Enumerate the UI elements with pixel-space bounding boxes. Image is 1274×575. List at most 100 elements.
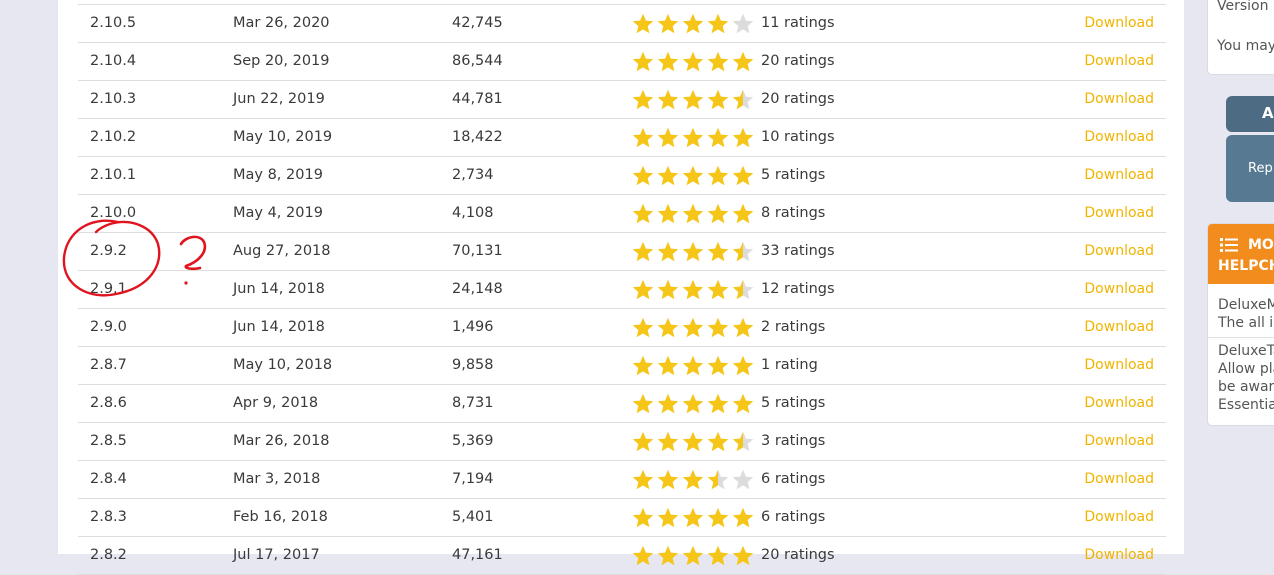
download-link[interactable]: Download xyxy=(1084,271,1154,308)
version-number: 2.10.5 xyxy=(90,15,137,31)
download-link[interactable]: Download xyxy=(1084,537,1154,574)
table-row: 2.9.2 Aug 27, 2018 70,131 33 ratings Downloa… xyxy=(78,232,1166,270)
release-date: Jul 17, 2017 xyxy=(233,547,320,563)
version-number: 2.8.2 xyxy=(90,547,127,563)
more-helpchat-header: MO HELPCH xyxy=(1208,224,1274,284)
table-row: 2.10.2 May 10, 2019 18,422 10 ratings Downlo… xyxy=(78,118,1166,156)
ratings-count: 3 ratings xyxy=(761,433,826,449)
star-icon xyxy=(682,89,704,109)
download-count: 9,858 xyxy=(452,357,494,373)
star-icon xyxy=(732,203,754,223)
more-divider xyxy=(1208,337,1274,338)
star-icon xyxy=(632,127,654,147)
star-icon xyxy=(707,203,729,223)
table-row: 2.10.4 Sep 20, 2019 86,544 20 ratings Downlo… xyxy=(78,42,1166,80)
star-icon xyxy=(657,51,679,71)
star-icon xyxy=(732,355,754,375)
star-icon xyxy=(632,431,654,451)
star-icon xyxy=(657,127,679,147)
ratings-count: 33 ratings xyxy=(761,243,835,259)
ratings-count: 8 ratings xyxy=(761,205,826,221)
star-rating xyxy=(631,430,755,454)
download-link[interactable]: Download xyxy=(1084,423,1154,460)
star-icon xyxy=(682,13,704,33)
version-number: 2.8.3 xyxy=(90,509,127,525)
reply-button-label: Repl xyxy=(1248,161,1274,176)
star-icon xyxy=(682,507,704,527)
release-date: May 10, 2019 xyxy=(233,129,333,145)
download-link[interactable]: Download xyxy=(1084,5,1154,42)
more-item-title[interactable]: DeluxeTa xyxy=(1218,342,1274,360)
download-count: 2,734 xyxy=(452,167,494,183)
version-number: 2.9.0 xyxy=(90,319,127,335)
version-number: 2.10.4 xyxy=(90,53,137,69)
star-icon xyxy=(707,165,729,185)
star-icon xyxy=(707,279,729,299)
star-rating xyxy=(631,202,755,226)
ask-button[interactable]: As xyxy=(1226,96,1274,132)
ratings-count: 5 ratings xyxy=(761,395,826,411)
reply-button[interactable]: Repl xyxy=(1226,135,1274,202)
download-link[interactable]: Download xyxy=(1084,157,1154,194)
download-link[interactable]: Download xyxy=(1084,385,1154,422)
download-link[interactable]: Download xyxy=(1084,119,1154,156)
download-link[interactable]: Download xyxy=(1084,81,1154,118)
version-number: 2.9.2 xyxy=(90,243,127,259)
download-count: 86,544 xyxy=(452,53,503,69)
more-item-desc: Essentia xyxy=(1218,397,1274,413)
ratings-count: 12 ratings xyxy=(761,281,835,297)
star-rating xyxy=(631,354,755,378)
table-row: 2.8.2 Jul 17, 2017 47,161 20 ratings Downloa… xyxy=(78,536,1166,575)
star-rating xyxy=(631,468,755,492)
star-icon xyxy=(657,241,679,261)
release-date: May 10, 2018 xyxy=(233,357,333,373)
star-icon xyxy=(657,13,679,33)
release-date: May 4, 2019 xyxy=(233,205,323,221)
star-icon xyxy=(732,127,754,147)
star-icon xyxy=(732,317,754,337)
ratings-count: 10 ratings xyxy=(761,129,835,145)
table-row: 2.8.3 Feb 16, 2018 5,401 6 ratings Download xyxy=(78,498,1166,536)
release-date: Sep 20, 2019 xyxy=(233,53,330,69)
release-date: Jun 14, 2018 xyxy=(233,319,325,335)
star-icon xyxy=(732,241,754,261)
download-link[interactable]: Download xyxy=(1084,309,1154,346)
download-link[interactable]: Download xyxy=(1084,499,1154,536)
table-row: 2.10.3 Jun 22, 2019 44,781 20 ratings Downlo… xyxy=(78,80,1166,118)
star-icon xyxy=(682,393,704,413)
star-rating xyxy=(631,278,755,302)
star-icon xyxy=(657,203,679,223)
download-count: 8,731 xyxy=(452,395,494,411)
release-date: Mar 26, 2020 xyxy=(233,15,330,31)
star-icon xyxy=(632,279,654,299)
version-history-table: 2.10.5 Mar 26, 2020 42,745 11 ratings Downlo… xyxy=(78,4,1166,575)
star-icon xyxy=(657,431,679,451)
star-rating xyxy=(631,126,755,150)
ratings-count: 20 ratings xyxy=(761,91,835,107)
download-link[interactable]: Download xyxy=(1084,233,1154,270)
release-date: Feb 16, 2018 xyxy=(233,509,328,525)
star-icon xyxy=(682,165,704,185)
star-icon xyxy=(732,51,754,71)
download-count: 24,148 xyxy=(452,281,503,297)
table-row: 2.9.1 Jun 14, 2018 24,148 12 ratings Downloa… xyxy=(78,270,1166,308)
download-link[interactable]: Download xyxy=(1084,43,1154,80)
star-icon xyxy=(632,545,654,565)
star-icon xyxy=(657,545,679,565)
star-icon xyxy=(682,203,704,223)
star-icon xyxy=(632,507,654,527)
table-row: 2.8.7 May 10, 2018 9,858 1 rating Download xyxy=(78,346,1166,384)
ratings-count: 20 ratings xyxy=(761,53,835,69)
more-helpchat-card: MO HELPCH DeluxeM The all in DeluxeTa Al… xyxy=(1207,223,1274,426)
download-link[interactable]: Download xyxy=(1084,347,1154,384)
star-icon xyxy=(657,507,679,527)
more-item-title[interactable]: DeluxeM xyxy=(1218,296,1274,314)
table-row: 2.8.5 Mar 26, 2018 5,369 3 ratings Download xyxy=(78,422,1166,460)
star-icon xyxy=(657,165,679,185)
star-icon xyxy=(707,431,729,451)
star-rating xyxy=(631,240,755,264)
table-row: 2.9.0 Jun 14, 2018 1,496 2 ratings Download xyxy=(78,308,1166,346)
download-link[interactable]: Download xyxy=(1084,461,1154,498)
star-icon xyxy=(657,469,679,489)
download-link[interactable]: Download xyxy=(1084,195,1154,232)
